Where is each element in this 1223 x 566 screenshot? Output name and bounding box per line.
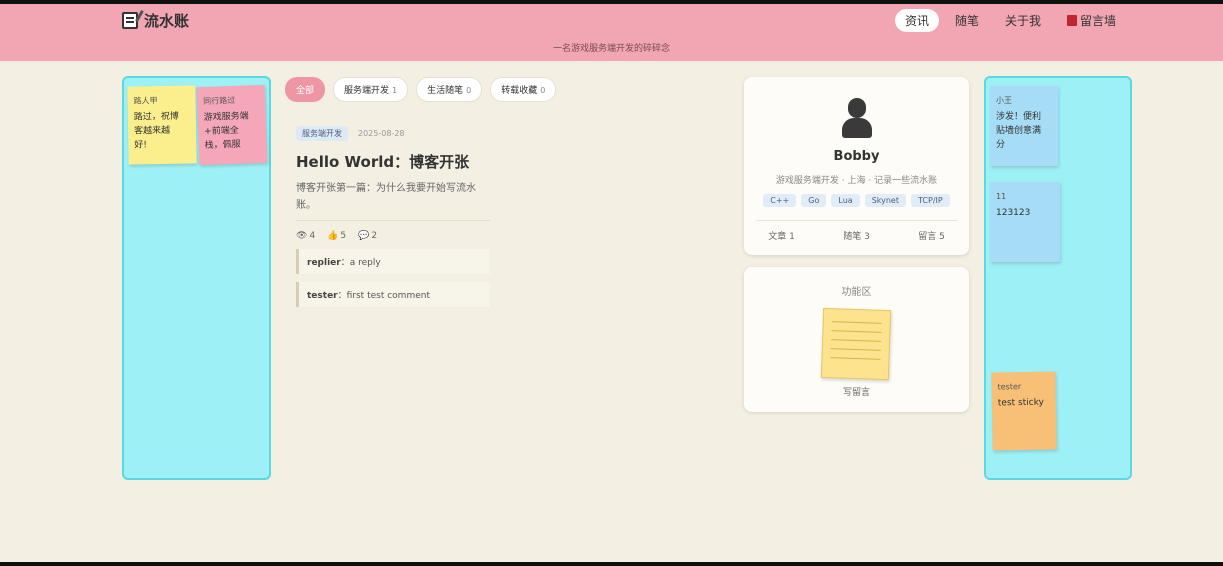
message-board-icon	[1067, 15, 1078, 26]
skill-tag: C++	[763, 194, 797, 207]
views-stat: 👁 4	[296, 231, 315, 241]
messages-stat[interactable]: 留言 5	[918, 229, 945, 242]
comment-icon: 💬	[358, 231, 370, 241]
function-area-card: 功能区 写留言	[744, 267, 969, 412]
comment-separator: ：	[337, 291, 347, 301]
nav-item-about[interactable]: 关于我	[995, 9, 1051, 32]
likes-count: 5	[340, 231, 347, 241]
notepad-icon	[122, 12, 138, 29]
profile-bio: 游戏服务端开发 · 上海 · 记录一些流水账	[775, 176, 938, 186]
nav-item-message-wall-label: 留言墙	[1080, 14, 1117, 28]
sticky-text: test sticky	[997, 397, 1044, 409]
comment-text: a reply	[349, 258, 381, 268]
write-message-label[interactable]: 写留言	[744, 385, 969, 398]
likes-stat[interactable]: 👍 5	[327, 231, 346, 241]
window-bottom-edge	[0, 562, 1223, 566]
skill-tags: C++ Go Lua Skynet TCP/IP	[744, 194, 969, 207]
views-count: 4	[309, 231, 316, 241]
sticky-author: tester	[997, 382, 1022, 392]
filter-count: 0	[540, 86, 546, 95]
filter-label: 生活随笔	[427, 86, 464, 96]
avatar	[841, 98, 873, 138]
essays-stat[interactable]: 随笔 3	[843, 229, 870, 242]
comment-text: first test comment	[346, 291, 430, 301]
site-subtitle: 一名游戏服务端开发的碎碎念	[552, 44, 670, 54]
post-excerpt: 博客开张第一篇：为什么我要开始写流水账。	[296, 183, 476, 211]
filter-label: 全部	[296, 86, 315, 96]
filter-life-essays[interactable]: 生活随笔 0	[416, 77, 483, 102]
filter-reposts[interactable]: 转载收藏 0	[490, 77, 557, 102]
comments-stat[interactable]: 💬 2	[358, 231, 377, 241]
profile-divider	[756, 220, 957, 221]
post-divider	[296, 220, 490, 221]
profile-name: Bobby	[833, 149, 880, 164]
comment-separator: ：	[340, 258, 350, 268]
skill-tag: Go	[801, 194, 827, 207]
sticky-author: 路人甲	[133, 96, 158, 106]
nav-item-essays[interactable]: 随笔	[945, 9, 989, 32]
post-tag[interactable]: 服务端开发	[296, 126, 348, 141]
avatar-body	[842, 118, 872, 138]
skill-tag: TCP/IP	[910, 194, 950, 207]
skill-tag: Lua	[831, 194, 860, 207]
avatar-head	[848, 98, 866, 118]
comment-item: tester：first test comment	[296, 282, 490, 307]
filter-all[interactable]: 全部	[285, 77, 326, 102]
post-meta: 服务端开发 2025-08-28	[296, 126, 490, 141]
sticky-author: 同行路过	[203, 95, 236, 106]
skill-tag: Skynet	[864, 194, 906, 207]
filter-count: 0	[466, 86, 472, 95]
sticky-author: 小王	[996, 96, 1012, 105]
thumbs-up-icon: 👍	[327, 231, 339, 241]
comments-count: 2	[371, 231, 378, 241]
post-card: 服务端开发 2025-08-28 Hello World：博客开张 博客开张第一…	[296, 126, 490, 307]
sticky-author: 11	[996, 192, 1007, 201]
left-sticky-wall: 路人甲 路过，祝博 客越来越 好! 同行路过 游戏服务端 +前端全 栈，佩服	[122, 76, 271, 480]
filter-count: 1	[392, 86, 398, 95]
sticky-note[interactable]: 小王 涉发！便利 贴墙创意满 分	[990, 86, 1058, 166]
sticky-note[interactable]: 同行路过 游戏服务端 +前端全 栈，佩服	[196, 84, 268, 166]
site-header: 流水账 一名游戏服务端开发的碎碎念 资讯 随笔 关于我 留言墙	[0, 4, 1223, 61]
sticky-note[interactable]: 11 123123	[990, 182, 1060, 262]
right-sticky-wall: 小王 涉发！便利 贴墙创意满 分 11 123123 tester test s…	[984, 76, 1132, 480]
nav-item-message-wall[interactable]: 留言墙	[1057, 9, 1126, 32]
nav-item-news[interactable]: 资讯	[895, 9, 940, 32]
brand-title: 流水账	[144, 12, 190, 30]
sticky-text: 路过，祝博 客越来越 好!	[133, 111, 179, 151]
sticky-text: 123123	[996, 208, 1031, 218]
comment-author: replier	[307, 258, 341, 268]
profile-stats: 文章 1 随笔 3 留言 5	[744, 229, 969, 242]
filter-server-dev[interactable]: 服务端开发 1	[333, 77, 409, 102]
brand[interactable]: 流水账	[122, 10, 189, 31]
main-nav: 资讯 随笔 关于我 留言墙	[895, 9, 1126, 32]
eye-icon: 👁	[296, 231, 308, 241]
filter-label: 服务端开发	[344, 86, 390, 96]
memo-pad-icon[interactable]	[820, 307, 892, 381]
post-title[interactable]: Hello World：博客开张	[296, 151, 490, 172]
sticky-text: 游戏服务端 +前端全 栈，佩服	[203, 111, 249, 151]
comment-item: replier：a reply	[296, 249, 490, 274]
category-filters: 全部 服务端开发 1 生活随笔 0 转载收藏 0	[285, 77, 557, 102]
post-stats: 👁 4 👍 5 💬 2	[296, 231, 490, 241]
filter-label: 转载收藏	[501, 86, 538, 96]
sticky-text: 涉发！便利 贴墙创意满 分	[996, 112, 1042, 150]
profile-card: Bobby 游戏服务端开发 · 上海 · 记录一些流水账 C++ Go Lua …	[744, 77, 969, 255]
function-area-title: 功能区	[841, 287, 872, 298]
post-date: 2025-08-28	[358, 129, 405, 138]
comment-author: tester	[307, 291, 338, 301]
sticky-note[interactable]: tester test sticky	[991, 371, 1057, 451]
articles-stat[interactable]: 文章 1	[768, 229, 795, 242]
sticky-note[interactable]: 路人甲 路过，祝博 客越来越 好!	[127, 85, 197, 165]
